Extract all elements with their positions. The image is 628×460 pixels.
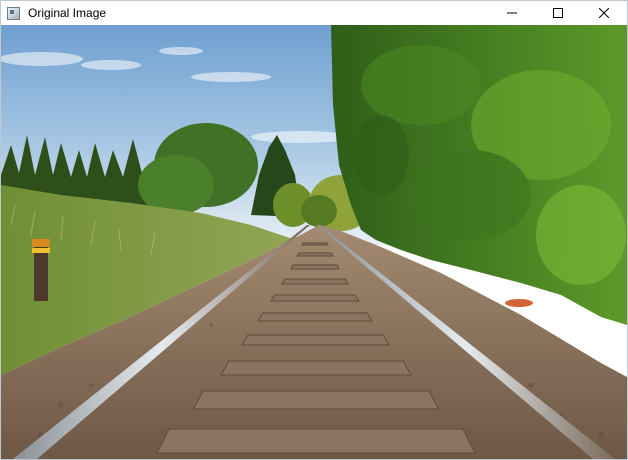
close-icon bbox=[599, 8, 609, 18]
title-bar[interactable]: Original Image bbox=[1, 1, 627, 25]
maximize-button[interactable] bbox=[535, 1, 581, 25]
track-marker-post bbox=[32, 239, 50, 301]
railway-track-photo bbox=[1, 25, 627, 459]
window-title: Original Image bbox=[28, 6, 107, 20]
image-window-icon bbox=[7, 6, 20, 20]
minimize-button[interactable] bbox=[489, 1, 535, 25]
window-controls bbox=[489, 1, 627, 25]
close-button[interactable] bbox=[581, 1, 627, 25]
image-viewport[interactable] bbox=[1, 25, 627, 459]
orange-debris bbox=[505, 299, 533, 307]
minimize-icon bbox=[507, 12, 517, 14]
maximize-icon bbox=[553, 8, 563, 18]
image-window: Original Image bbox=[0, 0, 628, 460]
